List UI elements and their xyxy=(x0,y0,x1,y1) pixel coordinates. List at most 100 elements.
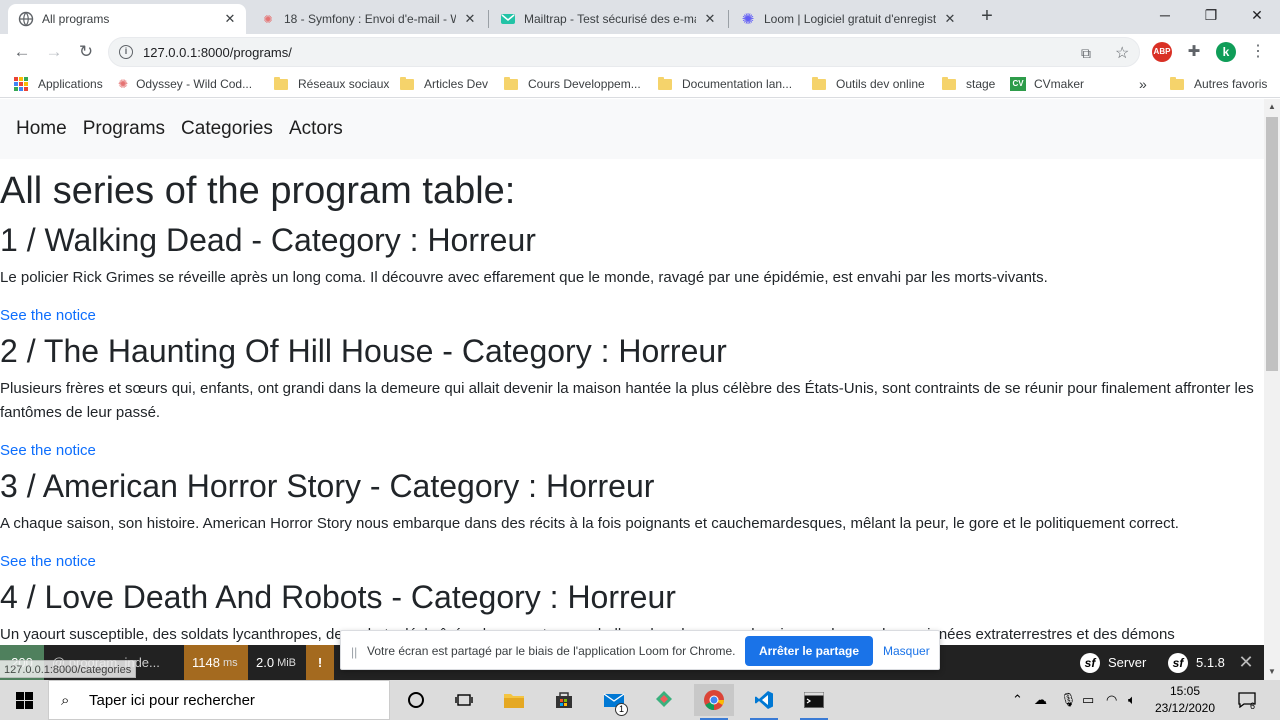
time-unit: ms xyxy=(222,656,238,669)
restore-button[interactable]: ❐ xyxy=(1188,0,1234,30)
cortana-icon[interactable] xyxy=(396,684,436,716)
hide-banner-button[interactable]: Masquer xyxy=(883,644,930,658)
reload-icon[interactable]: ↻ xyxy=(74,40,98,64)
server-panel[interactable]: sf Server xyxy=(1072,645,1154,680)
microphone-icon[interactable]: 🎙︎ xyxy=(1060,680,1077,720)
globe-icon xyxy=(18,11,34,27)
memory-unit: MiB xyxy=(277,656,297,669)
profile-avatar[interactable]: k xyxy=(1216,42,1236,62)
page-scrollbar[interactable]: ▲ ▼ xyxy=(1264,99,1280,680)
memory-usage[interactable]: 2.0 MiB xyxy=(248,645,306,680)
program-item: 2 / The Haunting Of Hill House - Categor… xyxy=(0,328,1264,461)
see-notice-link[interactable]: See the notice xyxy=(0,552,1264,572)
see-notice-link[interactable]: See the notice xyxy=(0,441,1264,461)
program-summary: Plusieurs frères et sœurs qui, enfants, … xyxy=(0,380,1254,421)
close-window-button[interactable]: ✕ xyxy=(1234,0,1280,30)
bookmark-star-icon[interactable]: ☆ xyxy=(1115,43,1129,63)
nav-link-categories[interactable]: Categories xyxy=(181,118,273,140)
tab-title: 18 - Symfony : Envoi d'e-mail - W xyxy=(284,12,456,26)
symfony-version[interactable]: sf 5.1.8 xyxy=(1160,645,1233,680)
nav-link-actors[interactable]: Actors xyxy=(289,118,343,140)
show-hidden-icons-icon[interactable]: ⌃ xyxy=(1012,680,1023,720)
bookmark-label: CVmaker xyxy=(1034,77,1085,91)
scroll-down-arrow-icon[interactable]: ▼ xyxy=(1264,664,1280,680)
folder-icon xyxy=(504,76,518,90)
menu-kebab-icon[interactable]: ⋮ xyxy=(1246,40,1270,64)
bookmark-folder-documentation[interactable]: Documentation lan... xyxy=(658,75,792,93)
close-tab-icon[interactable]: ✕ xyxy=(462,11,478,27)
program-summary: Le policier Rick Grimes se réveille aprè… xyxy=(0,269,1048,286)
bookmark-label: Odyssey - Wild Cod... xyxy=(136,77,253,91)
bookmark-folder-stage[interactable]: stage xyxy=(942,75,995,93)
bookmark-folder-reseaux[interactable]: Réseaux sociaux xyxy=(274,75,389,93)
mail-badge: 1 xyxy=(615,703,628,716)
new-tab-button[interactable]: + xyxy=(976,6,998,28)
windows-taskbar: ⌕ Taper ici pour rechercher 1 ⌃ ☁ 🎙︎ ▭ ◠… xyxy=(0,680,1280,720)
install-app-icon[interactable]: ⧉ xyxy=(1081,45,1091,62)
vscode-icon[interactable] xyxy=(744,684,784,720)
onedrive-icon[interactable]: ☁ xyxy=(1034,680,1047,720)
minimize-button[interactable]: ─ xyxy=(1142,0,1188,30)
windows-logo-icon xyxy=(15,691,33,709)
bookmark-folder-cours[interactable]: Cours Developpem... xyxy=(504,75,641,93)
system-clock[interactable]: 15:05 23/12/2020 xyxy=(1150,683,1220,717)
bookmark-label: stage xyxy=(966,77,996,91)
tab-symfony-email[interactable]: ✺ 18 - Symfony : Envoi d'e-mail - W ✕ xyxy=(250,4,486,34)
bookmark-folder-outils[interactable]: Outils dev online xyxy=(812,75,925,93)
store-icon[interactable] xyxy=(544,684,584,716)
bookmark-applications[interactable]: Applications xyxy=(14,75,103,93)
nav-link-programs[interactable]: Programs xyxy=(83,118,165,140)
close-tab-icon[interactable]: ✕ xyxy=(702,11,718,27)
close-debug-bar-button[interactable]: ✕ xyxy=(1228,645,1264,680)
address-bar[interactable]: i 127.0.0.1:8000/programs/ ⧉ ☆ xyxy=(108,37,1140,67)
close-tab-icon[interactable]: ✕ xyxy=(222,11,238,27)
tab-mailtrap[interactable]: Mailtrap - Test sécurisé des e-ma ✕ xyxy=(490,4,726,34)
volume-icon[interactable]: 🔈︎ xyxy=(1128,680,1136,720)
folder-icon xyxy=(274,76,288,90)
bookmarks-overflow-button[interactable]: » xyxy=(1139,75,1147,93)
bookmark-folder-articles[interactable]: Articles Dev xyxy=(400,75,488,93)
tab-all-programs[interactable]: All programs ✕ xyxy=(8,4,246,34)
tab-loom[interactable]: ✺ Loom | Logiciel gratuit d'enregist ✕ xyxy=(730,4,966,34)
start-button[interactable] xyxy=(0,680,48,720)
notification-center-icon[interactable]: 6 xyxy=(1238,680,1256,720)
chrome-icon[interactable] xyxy=(694,684,734,720)
request-time[interactable]: 1148 ms xyxy=(184,645,248,680)
scrollbar-thumb[interactable] xyxy=(1266,117,1278,371)
stop-sharing-button[interactable]: Arrêter le partage xyxy=(745,636,873,666)
wifi-icon[interactable]: ◠ xyxy=(1106,680,1117,720)
site-info-icon[interactable]: i xyxy=(119,45,133,59)
search-icon: ⌕ xyxy=(61,691,70,709)
bookmark-cvmaker[interactable]: CV CVmaker xyxy=(1010,75,1084,93)
bookmark-label: Outils dev online xyxy=(836,77,925,91)
terminal-icon[interactable] xyxy=(794,684,834,720)
taskbar-search[interactable]: ⌕ Taper ici pour rechercher xyxy=(48,680,390,720)
bookmark-other-favorites[interactable]: Autres favoris xyxy=(1170,75,1267,93)
scroll-up-arrow-icon[interactable]: ▲ xyxy=(1264,99,1280,115)
program-item: 1 / Walking Dead - Category : Horreur Le… xyxy=(0,217,1264,326)
apps-grid-icon xyxy=(14,77,28,91)
url-text[interactable]: 127.0.0.1:8000/programs/ xyxy=(143,45,292,60)
adblock-icon[interactable]: ABP xyxy=(1152,42,1172,62)
forward-arrow-icon[interactable]: → xyxy=(42,40,66,64)
battery-icon[interactable]: ▭ xyxy=(1082,680,1094,720)
warning-icon[interactable]: ! xyxy=(306,645,334,680)
drag-handle-icon[interactable]: || xyxy=(351,645,357,659)
program-heading: 4 / Love Death And Robots - Category : H… xyxy=(0,579,676,615)
folder-icon xyxy=(658,76,672,90)
folder-icon xyxy=(1170,76,1184,90)
gitkraken-icon[interactable] xyxy=(644,684,684,716)
file-explorer-icon[interactable] xyxy=(494,684,534,716)
back-arrow-icon[interactable]: ← xyxy=(10,40,34,64)
task-view-icon[interactable] xyxy=(444,684,484,716)
memory-value: 2.0 xyxy=(256,655,275,670)
program-item: 3 / American Horror Story - Category : H… xyxy=(0,463,1264,572)
nav-link-home[interactable]: Home xyxy=(16,118,67,140)
bookmark-odyssey[interactable]: ✺ Odyssey - Wild Cod... xyxy=(118,75,252,93)
mail-icon[interactable]: 1 xyxy=(594,684,634,716)
extensions-puzzle-icon[interactable]: ✚ xyxy=(1182,40,1206,64)
bookmark-label: Cours Developpem... xyxy=(528,77,641,91)
close-tab-icon[interactable]: ✕ xyxy=(942,11,958,27)
folder-icon xyxy=(942,76,956,90)
see-notice-link[interactable]: See the notice xyxy=(0,306,1264,326)
